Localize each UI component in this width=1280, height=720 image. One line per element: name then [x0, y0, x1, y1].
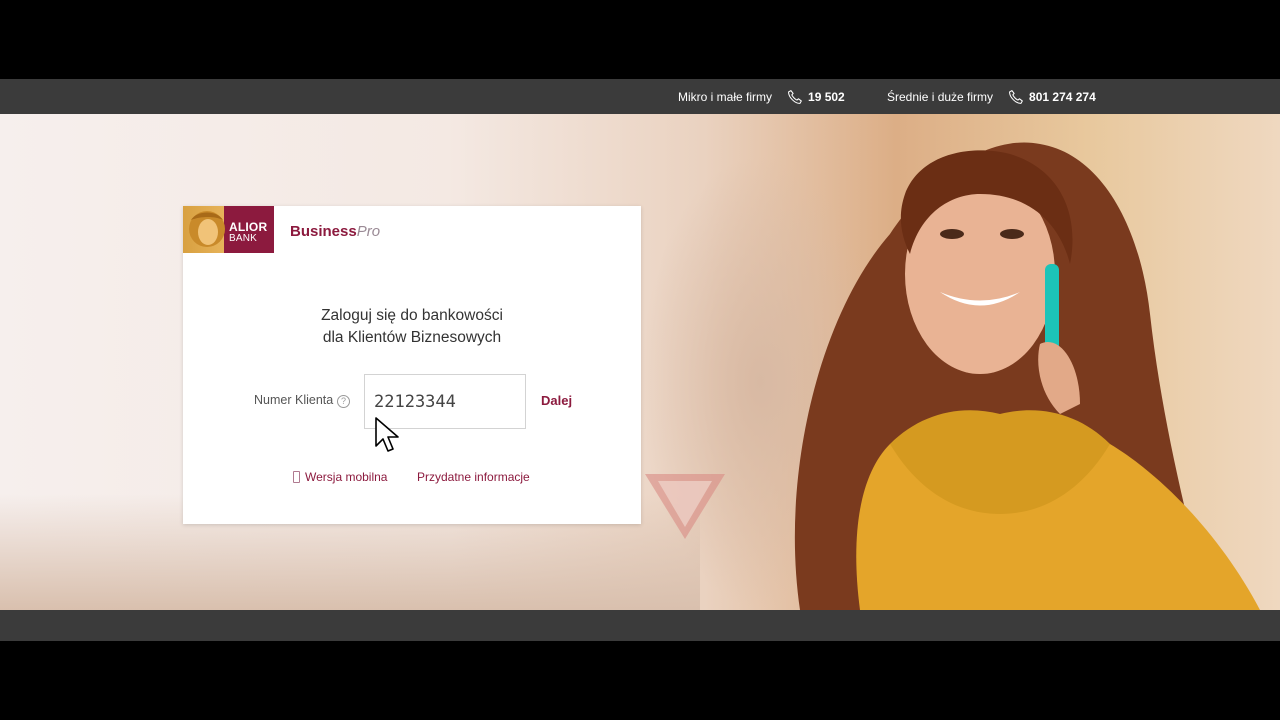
help-icon[interactable]: ? — [337, 395, 350, 408]
product-name-main: Business — [290, 223, 357, 240]
contact-label: Mikro i małe firmy — [678, 89, 773, 104]
product-name: BusinessPro — [290, 223, 380, 240]
mobile-phone-icon — [293, 471, 300, 483]
bottom-bar — [0, 610, 1280, 641]
next-button[interactable]: Dalej — [541, 393, 572, 408]
contact-small-business: Mikro i małe firmy 19 502 — [678, 79, 845, 114]
contact-label: Średnie i duże firmy — [887, 89, 994, 104]
mobile-version-link[interactable]: Wersja mobilna — [293, 470, 387, 484]
product-name-suffix: Pro — [356, 223, 381, 240]
mobile-version-label: Wersja mobilna — [305, 470, 388, 484]
contact-large-business: Średnie i duże firmy 801 274 274 — [887, 79, 1096, 114]
login-heading-line2: dla Klientów Biznesowych — [322, 329, 502, 346]
woman-on-phone-image — [794, 142, 1260, 610]
contact-number[interactable]: 801 274 274 — [1029, 90, 1096, 104]
alior-bank-logo[interactable]: ALIOR BANK — [183, 206, 274, 253]
logo-head-icon — [189, 211, 225, 247]
contact-number[interactable]: 19 502 — [808, 90, 845, 104]
letterbox-bottom — [0, 641, 1280, 720]
login-heading: Zaloguj się do bankowości dla Klientów B… — [183, 305, 641, 349]
logo-text: ALIOR BANK — [229, 220, 268, 244]
logo-line1: ALIOR — [229, 220, 268, 234]
phone-icon — [788, 89, 802, 104]
mouse-cursor-icon — [375, 417, 399, 452]
login-card: ALIOR BANK BusinessPro Zaloguj się do ba… — [183, 206, 641, 524]
useful-info-link[interactable]: Przydatne informacje — [417, 470, 530, 484]
login-heading-line1: Zaloguj się do bankowości — [321, 307, 503, 324]
road-sign-image — [645, 474, 725, 539]
top-contact-bar: Mikro i małe firmy 19 502 Średnie i duże… — [0, 79, 1280, 114]
letterbox-top — [0, 0, 1280, 79]
phone-icon — [1009, 89, 1023, 104]
logo-line2: BANK — [229, 233, 258, 244]
client-number-label: Numer Klienta — [254, 393, 334, 407]
